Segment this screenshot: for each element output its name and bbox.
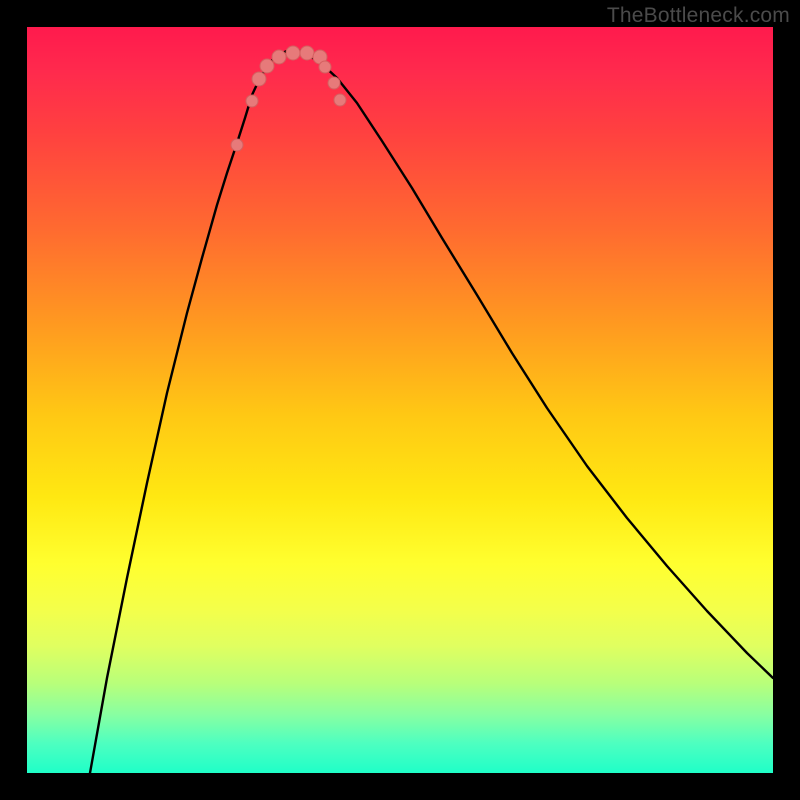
watermark-text: TheBottleneck.com [607,4,790,28]
marker-dot [246,95,258,107]
marker-dot [252,72,266,86]
outer-frame: TheBottleneck.com [0,0,800,800]
marker-dot [300,46,314,60]
gradient-plot-area [27,27,773,773]
chart-overlay [27,27,773,773]
marker-dot [334,94,346,106]
marker-dot [328,77,340,89]
marker-dot [319,61,331,73]
marker-dot [272,50,286,64]
marker-dot [286,46,300,60]
bottleneck-curve [90,51,773,773]
marker-dot [231,139,243,151]
curve-markers [231,46,346,151]
marker-dot [260,59,274,73]
